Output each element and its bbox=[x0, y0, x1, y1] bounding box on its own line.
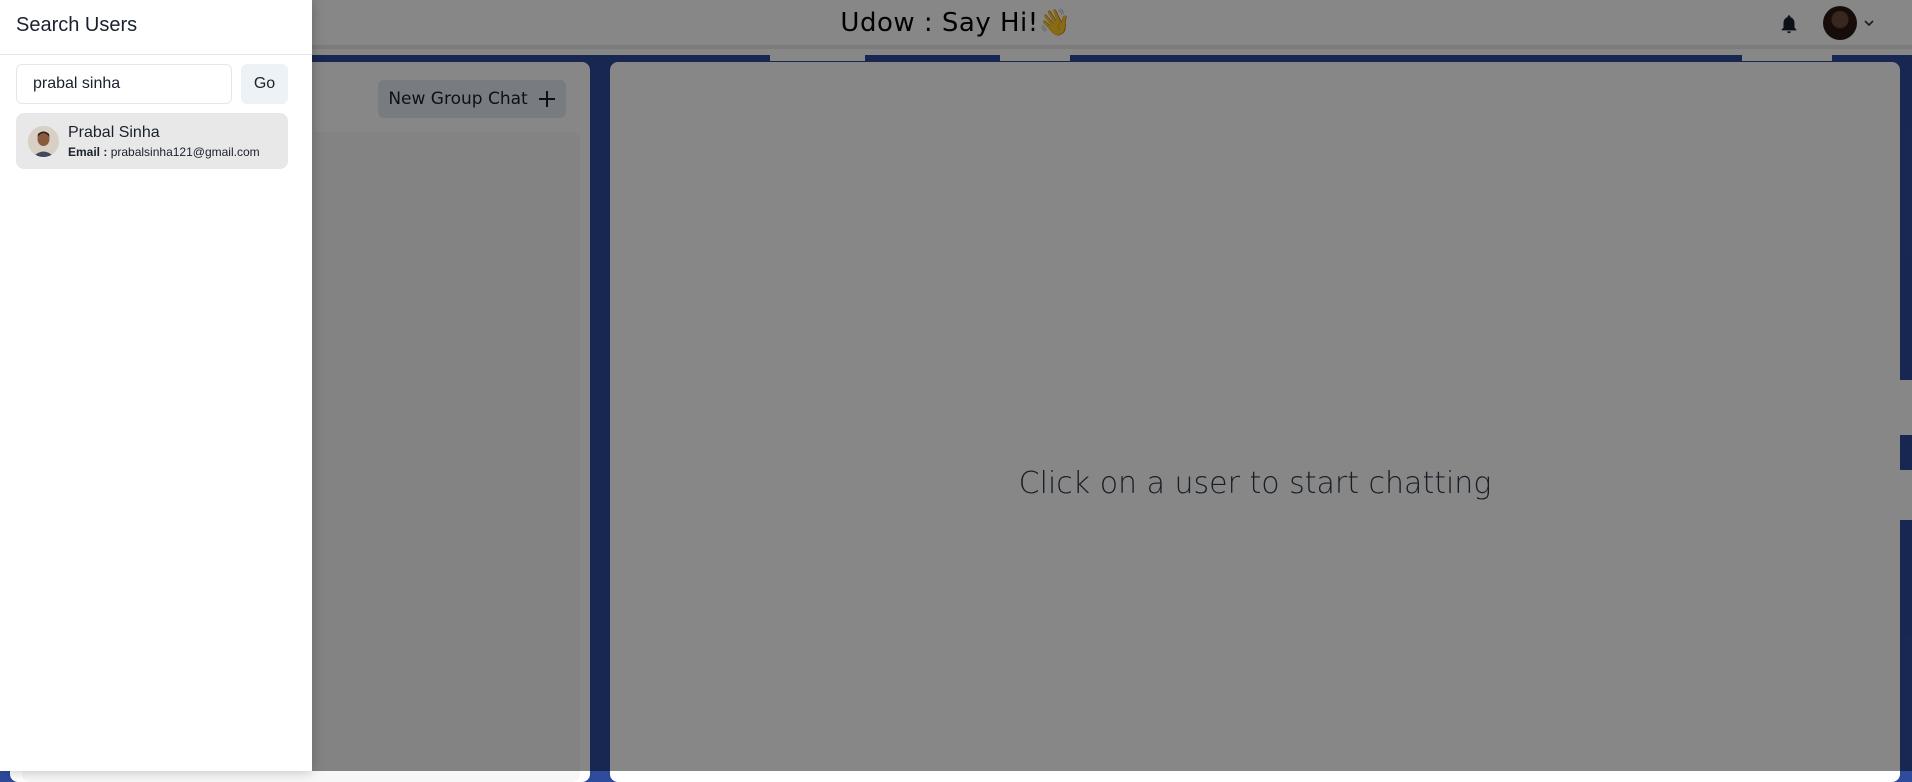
user-name: Prabal Sinha bbox=[68, 123, 160, 141]
search-input[interactable] bbox=[16, 64, 232, 104]
user-email: Email : prabalsinha121@gmail.com bbox=[68, 145, 260, 159]
email-label: Email : bbox=[68, 144, 108, 159]
search-users-drawer: Search Users Go Prabal Sinha Email : pra… bbox=[0, 0, 312, 771]
search-result-item[interactable]: Prabal Sinha Email : prabalsinha121@gmai… bbox=[16, 113, 288, 169]
search-row: Go bbox=[16, 64, 288, 104]
drawer-title: Search Users bbox=[0, 0, 312, 55]
avatar bbox=[28, 125, 59, 157]
search-result-info: Prabal Sinha Email : prabalsinha121@gmai… bbox=[68, 124, 260, 159]
email-value: prabalsinha121@gmail.com bbox=[110, 144, 260, 159]
go-button[interactable]: Go bbox=[241, 64, 288, 104]
user-avatar-image bbox=[28, 125, 59, 157]
